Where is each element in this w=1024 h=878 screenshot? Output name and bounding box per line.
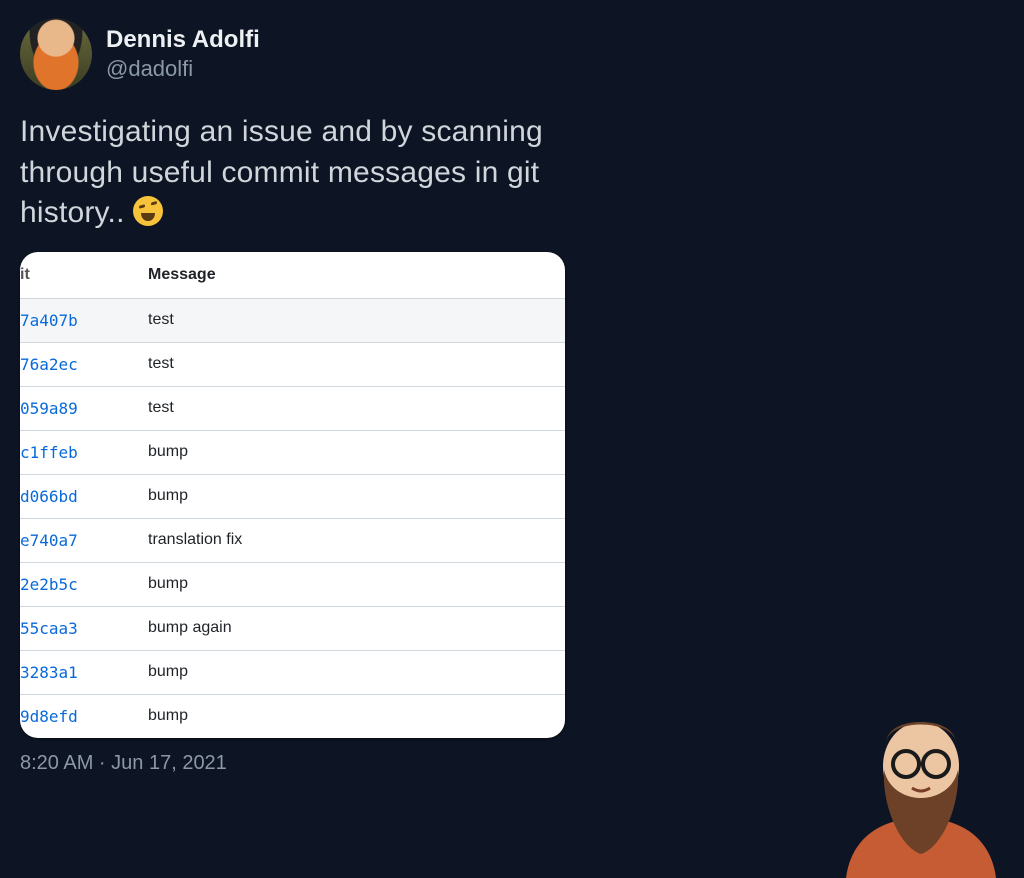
commit-hash[interactable]: 059a89 <box>20 386 140 430</box>
commit-hash[interactable]: 2e2b5c <box>20 562 140 606</box>
table-row[interactable]: 55caa3bump again <box>20 606 565 650</box>
table-row[interactable]: 7a407btest <box>20 298 565 342</box>
tweet-timestamp: 8:20 AM · Jun 17, 2021 <box>20 752 580 775</box>
column-header-message: Message <box>140 252 565 299</box>
commit-hash[interactable]: c1ffeb <box>20 430 140 474</box>
commit-hash[interactable]: 7a407b <box>20 298 140 342</box>
commit-hash[interactable]: d066bd <box>20 474 140 518</box>
commit-hash[interactable]: e740a7 <box>20 518 140 562</box>
tweet-header: Dennis Adolfi @dadolfi <box>20 18 580 90</box>
presenter-webcam <box>826 688 1016 878</box>
table-row[interactable]: e740a7translation fix <box>20 518 565 562</box>
commit-message: bump <box>140 474 565 518</box>
tired-face-icon <box>133 196 163 226</box>
commit-hash[interactable]: 55caa3 <box>20 606 140 650</box>
table-row[interactable]: 3283a1bump <box>20 650 565 694</box>
commit-hash[interactable]: 3283a1 <box>20 650 140 694</box>
commit-message: bump again <box>140 606 565 650</box>
commit-history-card: it Message 7a407btest76a2ectest059a89tes… <box>20 252 565 738</box>
commit-message: test <box>140 386 565 430</box>
commit-message: test <box>140 298 565 342</box>
commit-message: bump <box>140 562 565 606</box>
table-row[interactable]: 2e2b5cbump <box>20 562 565 606</box>
table-row[interactable]: c1ffebbump <box>20 430 565 474</box>
table-row[interactable]: d066bdbump <box>20 474 565 518</box>
tweet-text: Investigating an issue and by scanning t… <box>20 112 580 234</box>
commit-message: bump <box>140 650 565 694</box>
tweet-text-content: Investigating an issue and by scanning t… <box>20 115 543 229</box>
author-avatar[interactable] <box>20 18 92 90</box>
column-header-hash: it <box>20 252 140 299</box>
tweet-card: Dennis Adolfi @dadolfi Investigating an … <box>0 0 600 775</box>
author-display-name: Dennis Adolfi <box>106 25 260 55</box>
author-handle: @dadolfi <box>106 55 260 83</box>
commit-message: bump <box>140 694 565 738</box>
table-row[interactable]: 059a89test <box>20 386 565 430</box>
commit-message: test <box>140 342 565 386</box>
commit-message: translation fix <box>140 518 565 562</box>
author-name-block[interactable]: Dennis Adolfi @dadolfi <box>106 25 260 83</box>
commit-message: bump <box>140 430 565 474</box>
commit-hash[interactable]: 9d8efd <box>20 694 140 738</box>
table-row[interactable]: 76a2ectest <box>20 342 565 386</box>
commit-hash[interactable]: 76a2ec <box>20 342 140 386</box>
commit-table: it Message 7a407btest76a2ectest059a89tes… <box>20 252 565 738</box>
table-row[interactable]: 9d8efdbump <box>20 694 565 738</box>
